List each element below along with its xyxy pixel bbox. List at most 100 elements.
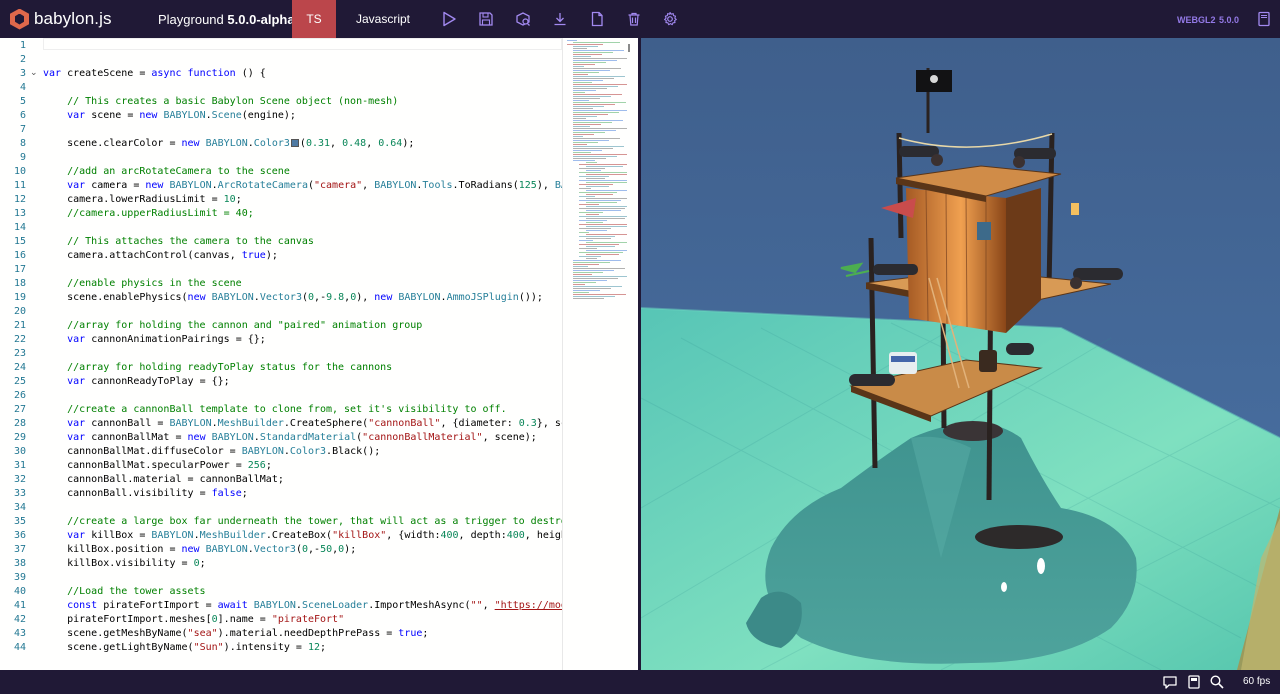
minimap-line (573, 276, 627, 277)
line-number: 27 (13, 404, 26, 415)
minimap-line (586, 206, 627, 207)
run-icon[interactable] (441, 11, 457, 27)
code-line[interactable]: killBox.visibility = 0; (43, 557, 206, 571)
code-line[interactable]: var camera = new BABYLON.ArcRotateCamera… (43, 179, 562, 193)
code-line[interactable]: scene.enablePhysics(new BABYLON.Vector3(… (43, 291, 543, 305)
engine-version[interactable]: 5.0.0 (1219, 15, 1239, 25)
minimap-line (573, 98, 600, 99)
minimap-line (573, 122, 612, 123)
minimap-line (586, 242, 627, 243)
scrollbar-thumb[interactable] (628, 44, 630, 52)
line-number: 14 (13, 222, 26, 233)
minimap-line (573, 92, 585, 93)
line-number: 7 (19, 124, 26, 135)
code-line[interactable]: // This attaches the camera to the canva… (43, 235, 314, 249)
line-number: 41 (13, 600, 26, 611)
code-line[interactable]: pirateFortImport.meshes[0].name = "pirat… (43, 613, 344, 627)
code-line[interactable]: cannonBall.material = cannonBallMat; (43, 473, 284, 487)
code-line[interactable]: cannonBallMat.diffuseColor = BABYLON.Col… (43, 445, 380, 459)
minimap-line (586, 182, 627, 183)
code-line[interactable]: var createScene = async function () { (43, 67, 266, 81)
inspector-icon[interactable] (515, 11, 531, 27)
code-editor[interactable]: 1 2 3 4 5 6 7 8 9 10 11 12 13 14 15 16 17 18 19 20 21 22 23 24 2… (0, 38, 638, 670)
minimap-line (573, 80, 603, 81)
code-line[interactable]: cannonBallMat.specularPower = 256; (43, 459, 272, 473)
logo[interactable]: babylon.js (10, 8, 112, 30)
minimap[interactable] (562, 38, 638, 670)
minimap-line (579, 164, 627, 165)
minimap-line (579, 248, 597, 249)
minimap-line (573, 78, 614, 79)
code-line[interactable]: scene.clearColor = new BABYLON.Color3 (0.… (43, 137, 414, 151)
line-number: 10 (13, 166, 26, 177)
download-icon[interactable] (552, 11, 568, 27)
minimap-line (573, 128, 627, 129)
minimap-line (579, 180, 627, 181)
console-icon[interactable] (1162, 674, 1178, 690)
tab-typescript[interactable]: TS (292, 0, 336, 38)
line-number: 36 (13, 530, 26, 541)
minimap-line (573, 136, 583, 137)
code-line[interactable]: //Load the tower assets (43, 585, 205, 599)
code-line[interactable]: killBox.position = new BABYLON.Vector3(0… (43, 543, 356, 557)
minimap-line (573, 100, 589, 101)
code-line[interactable]: // This creates a basic Babylon Scene ob… (43, 95, 398, 109)
code-line[interactable]: camera.attachControl(canvas, true); (43, 249, 278, 263)
minimap-line (573, 50, 624, 51)
line-number: 39 (13, 572, 26, 583)
fps-counter: 60 fps (1243, 676, 1271, 687)
code-line[interactable]: //create a cannonBall template to clone … (43, 403, 507, 417)
code-line[interactable]: cannonBall.visibility = false; (43, 487, 248, 501)
code-line[interactable]: //camera.upperRadiusLimit = 40; (43, 207, 254, 221)
code-line[interactable]: camera.lowerRadiusLimit = 10; (43, 193, 242, 207)
line-number: 3 (19, 68, 26, 79)
minimap-line (586, 226, 627, 227)
code-line[interactable]: //create a large box far underneath the … (43, 515, 562, 529)
minimap-line (573, 94, 622, 95)
save-snippet-icon[interactable] (1186, 674, 1202, 690)
code-line[interactable]: scene.getLightByName("Sun").intensity = … (43, 641, 326, 655)
render-canvas[interactable] (641, 38, 1280, 670)
search-icon[interactable] (1209, 674, 1225, 690)
code-line[interactable]: //array for holding the cannon and "pair… (43, 319, 422, 333)
minimap-line (573, 272, 603, 273)
settings-icon[interactable] (662, 11, 678, 27)
minimap-line (573, 108, 593, 109)
color-swatch[interactable] (290, 139, 299, 147)
new-file-icon[interactable] (589, 11, 605, 27)
minimap-line (573, 144, 587, 145)
logo-text: babylon.js (34, 9, 112, 28)
line-number: 9 (19, 152, 26, 163)
minimap-line (579, 168, 605, 169)
code-line[interactable]: var scene = new BABYLON.Scene(engine); (43, 109, 296, 123)
line-number: 44 (13, 642, 26, 653)
code-line[interactable]: var killBox = BABYLON.MeshBuilder.Create… (43, 529, 562, 543)
line-number: 42 (13, 614, 26, 625)
code-line[interactable]: //add an arcRotateCamera to the scene (43, 165, 290, 179)
clear-icon[interactable] (626, 11, 642, 27)
code-line[interactable]: var cannonAnimationPairings = {}; (43, 333, 266, 347)
line-number-gutter: 1 2 3 4 5 6 7 8 9 10 11 12 13 14 15 16 17 18 19 20 21 22 23 24 2… (0, 38, 42, 670)
minimap-line (579, 212, 603, 213)
line-number: 28 (13, 418, 26, 429)
minimap-line (567, 40, 577, 41)
save-icon[interactable] (478, 11, 494, 27)
title-prefix: Playground (158, 12, 224, 27)
minimap-line (586, 166, 623, 167)
code-line[interactable]: const pirateFortImport = await BABYLON.S… (43, 599, 562, 613)
line-number: 25 (13, 376, 26, 387)
minimap-line (573, 112, 619, 113)
code-line[interactable]: var cannonBall = BABYLON.MeshBuilder.Cre… (43, 417, 562, 431)
code-area[interactable]: var createScene = async function () { //… (43, 38, 562, 670)
code-line[interactable]: scene.getMeshByName("sea").material.need… (43, 627, 428, 641)
tab-javascript[interactable]: Javascript (345, 0, 421, 38)
code-line[interactable]: var cannonReadyToPlay = {}; (43, 375, 230, 389)
fold-chevron-down-icon[interactable]: ⌄ (30, 66, 40, 80)
code-line[interactable]: var cannonBallMat = new BABYLON.Standard… (43, 431, 537, 445)
fullscreen-editor-icon[interactable] (1256, 11, 1272, 27)
code-line[interactable]: //array for holding readyToPlay status f… (43, 361, 392, 375)
minimap-line (586, 190, 627, 191)
minimap-line (579, 216, 627, 217)
line-number: 12 (13, 194, 26, 205)
code-line[interactable]: //enable physics in the scene (43, 277, 242, 291)
